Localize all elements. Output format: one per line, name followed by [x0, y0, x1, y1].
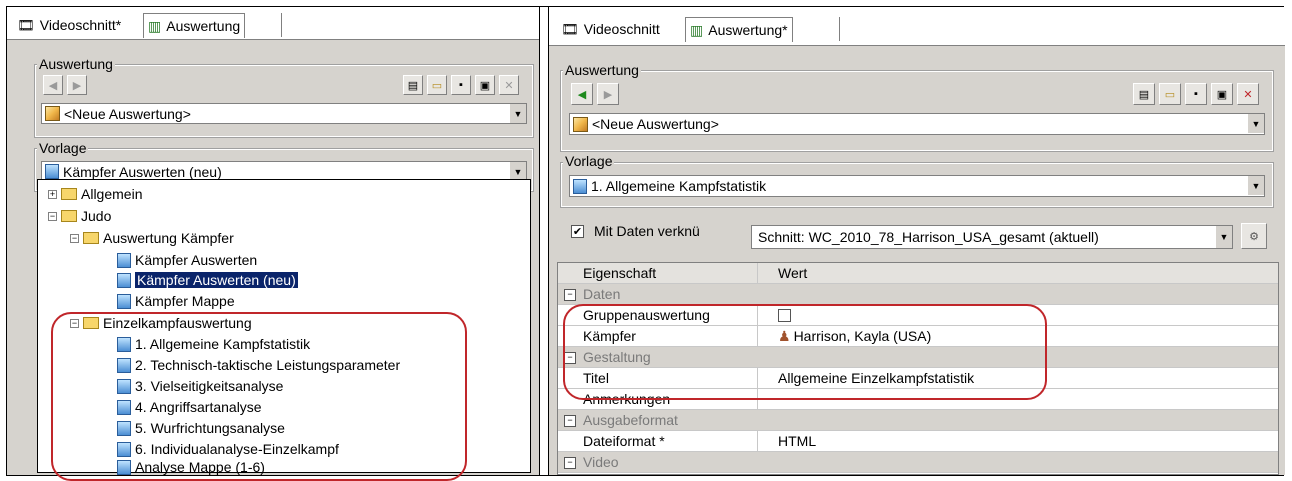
save-button[interactable]: ▪ — [1185, 83, 1207, 105]
minus-icon[interactable]: − — [70, 233, 79, 243]
vorlage-combo-value: 1. Allgemeine Kampfstatistik — [591, 178, 767, 194]
template-icon — [117, 252, 131, 268]
tree-label: Kämpfer Auswerten — [135, 252, 258, 268]
link-data-button[interactable]: ⚙ — [1241, 223, 1267, 249]
save-button[interactable]: ▪ — [451, 75, 471, 95]
property-row-dateiformat[interactable]: Dateiformat * HTML — [558, 431, 1278, 452]
tree-node-kaempfer-mappe[interactable]: Kämpfer Mappe — [114, 291, 235, 311]
chevron-down-icon[interactable]: ▼ — [1247, 176, 1264, 195]
tab-auswertung[interactable]: ▥ Auswertung — [143, 13, 246, 38]
tab-divider — [281, 13, 282, 37]
grid-header: Eigenschaft Wert — [558, 263, 1278, 284]
auswertung-combo[interactable]: <Neue Auswertung> ▼ — [41, 103, 527, 124]
template-icon — [117, 272, 131, 288]
tab-divider — [839, 17, 840, 41]
highlight-box-left — [51, 312, 467, 481]
tab-auswertung[interactable]: ▥ Auswertung* — [685, 17, 793, 42]
tab-label: Videoschnitt — [583, 21, 660, 37]
open-folder-button[interactable]: ▭ — [427, 75, 447, 95]
folder-icon — [61, 188, 77, 200]
category-row-daten[interactable]: − Daten — [558, 284, 1278, 305]
tab-videoschnitt[interactable]: 🎞 Videoschnitt — [557, 17, 664, 41]
tree-label: Kämpfer Auswerten (neu) — [135, 272, 298, 288]
chevron-down-icon[interactable]: ▼ — [1247, 114, 1264, 133]
save-as-button[interactable]: ▣ — [1211, 83, 1233, 105]
template-icon — [117, 293, 131, 309]
forward-button[interactable]: ▶ — [597, 83, 619, 105]
tree-label: Auswertung Kämpfer — [103, 230, 234, 246]
tab-label: Auswertung — [166, 18, 241, 34]
auswertung-label: Auswertung — [37, 56, 115, 72]
delete-button[interactable]: ✕ — [499, 75, 519, 95]
schnitt-combo[interactable]: Schnitt: WC_2010_78_Harrison_USA_gesamt … — [751, 225, 1233, 249]
new-document-button[interactable]: ▤ — [403, 75, 423, 95]
category-label: Ausgabeformat — [583, 412, 678, 428]
minus-icon[interactable]: − — [48, 211, 57, 221]
template-icon — [573, 178, 587, 194]
chart-icon: ▥ — [690, 21, 704, 38]
tree-label: Judo — [81, 208, 112, 224]
auswertung-label: Auswertung — [563, 62, 641, 78]
vorlage-label: Vorlage — [37, 140, 89, 156]
category-row-video[interactable]: − Video — [558, 452, 1278, 473]
back-button[interactable]: ◀ — [43, 75, 63, 95]
film-icon: 🎞 — [561, 20, 579, 37]
back-button[interactable]: ◀ — [571, 83, 593, 105]
highlight-box-right — [563, 304, 1047, 400]
property-value[interactable]: HTML — [758, 431, 1278, 451]
category-label: Video — [583, 454, 619, 470]
pane-separator — [539, 7, 549, 475]
tab-label: Videoschnitt* — [39, 17, 122, 33]
vorlage-label: Vorlage — [563, 153, 615, 169]
tab-label: Auswertung* — [708, 22, 788, 38]
report-icon — [573, 116, 588, 132]
new-document-button[interactable]: ▤ — [1133, 83, 1155, 105]
film-icon: 🎞 — [17, 16, 35, 33]
chart-icon: ▥ — [148, 17, 162, 34]
category-row-ausgabeformat[interactable]: − Ausgabeformat — [558, 410, 1278, 431]
screenshot-frame: 🎞 Videoschnitt* ▥ Auswertung Auswertung … — [6, 6, 1285, 481]
folder-icon — [61, 210, 77, 222]
vorlage-combo[interactable]: 1. Allgemeine Kampfstatistik ▼ — [569, 175, 1265, 197]
tree-label: Allgemein — [81, 186, 143, 202]
open-folder-button[interactable]: ▭ — [1159, 83, 1181, 105]
auswertung-combo-value: <Neue Auswertung> — [592, 116, 719, 132]
category-label: Daten — [583, 286, 621, 302]
left-tabbar: 🎞 Videoschnitt* ▥ Auswertung — [7, 7, 539, 39]
mit-daten-checkbox[interactable]: ✔ — [571, 224, 584, 238]
auswertung-combo-value: <Neue Auswertung> — [64, 105, 191, 122]
delete-button[interactable]: ✕ — [1237, 83, 1259, 105]
chevron-down-icon[interactable]: ▼ — [509, 104, 526, 123]
mit-daten-label: Mit Daten verknü — [594, 223, 700, 239]
plus-icon[interactable]: + — [48, 189, 57, 199]
schnitt-combo-value: Schnitt: WC_2010_78_Harrison_USA_gesamt … — [758, 229, 1099, 245]
minus-icon[interactable]: − — [564, 457, 576, 469]
minus-icon[interactable]: − — [564, 415, 576, 427]
template-icon — [45, 164, 59, 179]
minus-icon[interactable]: − — [564, 289, 576, 301]
vorlage-combo-value: Kämpfer Auswerten (neu) — [63, 163, 222, 180]
chevron-down-icon[interactable]: ▼ — [1215, 226, 1232, 248]
report-icon — [45, 106, 60, 121]
tree-node-allgemein[interactable]: + Allgemein — [48, 184, 142, 204]
save-as-button[interactable]: ▣ — [475, 75, 495, 95]
right-tabbar: 🎞 Videoschnitt ▥ Auswertung* — [549, 7, 1285, 45]
forward-button[interactable]: ▶ — [67, 75, 87, 95]
tree-node-judo[interactable]: − Judo — [48, 206, 111, 226]
tab-videoschnitt[interactable]: 🎞 Videoschnitt* — [13, 13, 125, 37]
auswertung-combo[interactable]: <Neue Auswertung> ▼ — [569, 113, 1265, 135]
tree-node-kaempfer-auswerten[interactable]: Kämpfer Auswerten — [114, 250, 257, 270]
property-name: Dateiformat * — [558, 431, 758, 451]
tree-node-kaempfer-auswerten-neu[interactable]: Kämpfer Auswerten (neu) — [114, 270, 298, 290]
tree-label: Kämpfer Mappe — [135, 293, 235, 309]
mit-daten-row: ✔ Mit Daten verknü — [571, 223, 700, 239]
folder-icon — [83, 232, 99, 244]
tree-node-auswertung-kaempfer[interactable]: − Auswertung Kämpfer — [70, 228, 234, 248]
column-header-eigenschaft[interactable]: Eigenschaft — [558, 263, 758, 283]
column-header-wert[interactable]: Wert — [758, 263, 1278, 283]
